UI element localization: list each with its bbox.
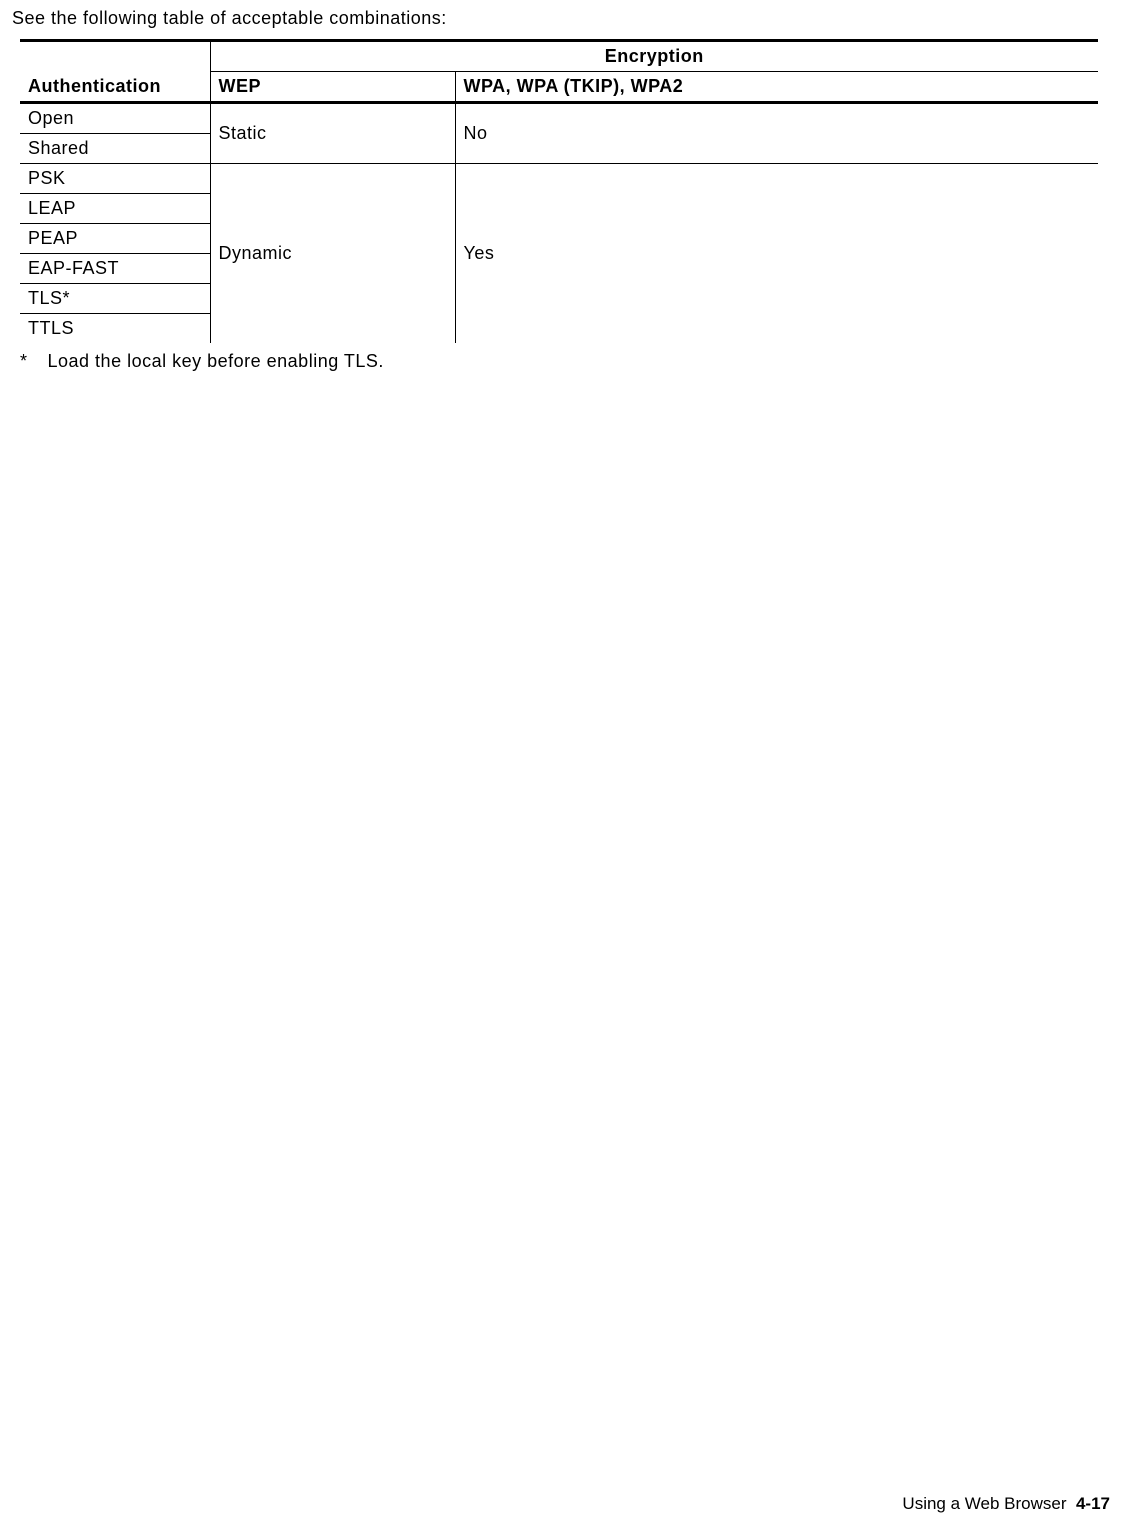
footnote-text: Load the local key before enabling TLS. <box>48 351 384 371</box>
page-footer: Using a Web Browser 4-17 <box>902 1494 1110 1514</box>
auth-row: PEAP <box>20 224 210 254</box>
footnote-mark: * <box>20 351 42 372</box>
header-authentication: Authentication <box>20 41 210 103</box>
auth-row: LEAP <box>20 194 210 224</box>
auth-row: EAP-FAST <box>20 254 210 284</box>
auth-row: Shared <box>20 134 210 164</box>
combinations-table: Authentication Encryption WEP WPA, WPA (… <box>20 39 1098 343</box>
wep-value: Dynamic <box>210 164 455 344</box>
wpa-value: No <box>455 103 1098 164</box>
footer-section: Using a Web Browser <box>902 1494 1066 1513</box>
wpa-value: Yes <box>455 164 1098 344</box>
auth-row: PSK <box>20 164 210 194</box>
intro-text: See the following table of acceptable co… <box>12 8 1112 29</box>
header-wep: WEP <box>210 72 455 103</box>
auth-row: TLS* <box>20 284 210 314</box>
header-encryption: Encryption <box>210 41 1098 72</box>
auth-row: Open <box>20 103 210 134</box>
footer-page: 4-17 <box>1076 1494 1110 1513</box>
wep-value: Static <box>210 103 455 164</box>
header-wpa: WPA, WPA (TKIP), WPA2 <box>455 72 1098 103</box>
footnote: * Load the local key before enabling TLS… <box>20 351 1112 372</box>
auth-row: TTLS <box>20 314 210 344</box>
